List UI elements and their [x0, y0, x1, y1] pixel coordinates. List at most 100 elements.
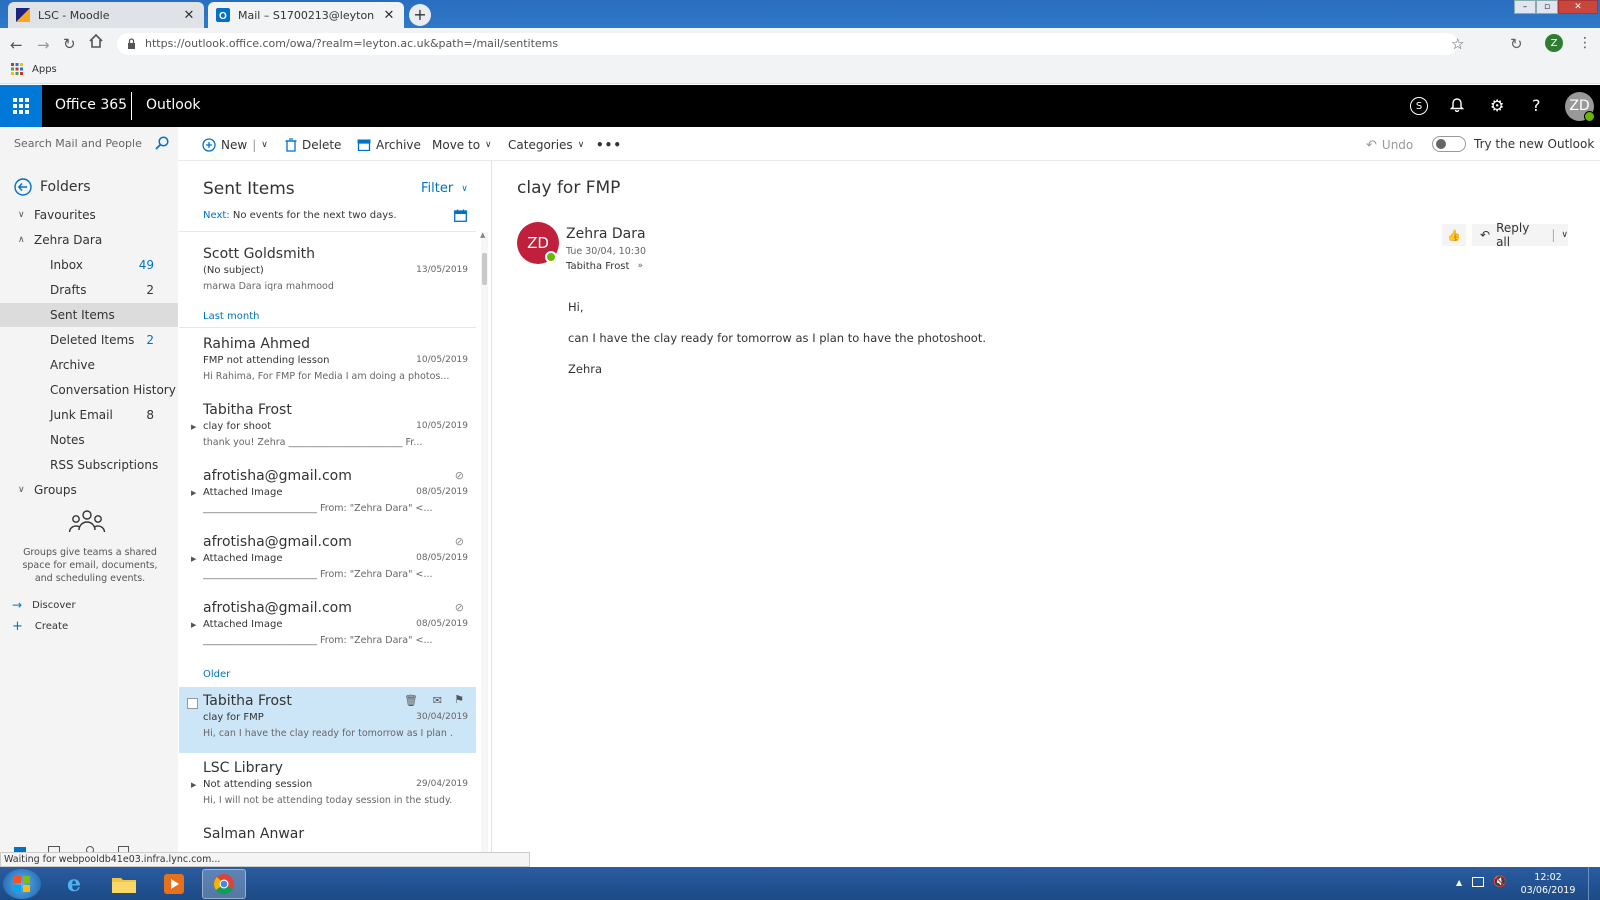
message-item[interactable]: ▶ LSC Library Not attending session 29/0… — [179, 754, 476, 820]
sidebar-item-inbox[interactable]: Inbox 49 — [0, 253, 178, 277]
apps-bookmark[interactable]: Apps — [32, 64, 57, 75]
reading-scrollbar[interactable] — [1590, 161, 1600, 861]
close-icon[interactable]: ✕ — [382, 8, 396, 23]
message-list-scrollbar[interactable] — [481, 232, 488, 852]
message-subject: clay for shoot — [203, 421, 272, 432]
system-clock[interactable]: 12:02 03/06/2019 — [1516, 871, 1580, 897]
message-item[interactable]: ▶ afrotisha@gmail.com ⊘ Attached Image 0… — [179, 528, 476, 594]
browser-tab-mail[interactable]: O Mail – S1700213@leyton.ac.uk ✕ — [208, 2, 404, 28]
star-icon[interactable]: ☆ — [1451, 35, 1464, 53]
scrollbar-thumb[interactable] — [482, 253, 487, 285]
reply-all-button[interactable]: ↶ Reply all | ∨ — [1472, 221, 1568, 249]
expand-recipients-icon: » — [637, 261, 643, 271]
reload-icon[interactable]: ↻ — [63, 35, 76, 53]
app-launcher-waffle-icon[interactable] — [0, 85, 42, 127]
taskbar-ie[interactable]: e — [52, 869, 96, 899]
sidebar-item-junk-email[interactable]: Junk Email 8 — [0, 403, 178, 427]
expand-conversation-icon[interactable]: ▶ — [191, 781, 196, 789]
flag-icon[interactable]: ⚑ — [454, 693, 464, 706]
presence-available-icon — [545, 251, 557, 263]
delete-button[interactable]: Delete — [285, 135, 341, 155]
expand-conversation-icon[interactable]: ▶ — [191, 489, 196, 497]
taskbar-chrome[interactable] — [202, 869, 246, 899]
taskbar-explorer[interactable] — [102, 869, 146, 899]
chevron-down-icon[interactable]: ∨ — [261, 140, 268, 150]
profile-avatar[interactable]: Z — [1545, 34, 1563, 52]
sidebar-item-conversation-history[interactable]: Conversation History — [0, 378, 178, 402]
minimize-button[interactable]: – — [1514, 0, 1536, 14]
discover-groups-link[interactable]: → Discover — [12, 598, 76, 612]
more-commands-button[interactable]: ••• — [596, 135, 622, 155]
expand-conversation-icon[interactable]: ▶ — [191, 423, 196, 431]
message-subject: (No subject) — [203, 265, 264, 276]
filter-button[interactable]: Filter ∨ — [421, 181, 468, 196]
show-desktop-button[interactable] — [1588, 867, 1600, 900]
undo-button[interactable]: ↶ Undo — [1366, 135, 1413, 155]
forward-icon[interactable]: → — [37, 36, 50, 54]
like-button[interactable]: 👍 — [1442, 224, 1466, 246]
message-sender: Tabitha Frost — [203, 693, 292, 709]
sender-name[interactable]: Zehra Dara — [566, 226, 646, 242]
sidebar-item-rss-subscriptions[interactable]: RSS Subscriptions — [0, 453, 178, 477]
message-item[interactable]: Rahima Ahmed FMP not attending lesson 10… — [179, 330, 476, 396]
svg-text:O: O — [219, 11, 227, 22]
volume-muted-icon[interactable]: 🔇 — [1493, 875, 1507, 888]
network-icon[interactable] — [1472, 877, 1484, 887]
scroll-up-icon[interactable]: ▲ — [480, 231, 485, 239]
help-icon[interactable]: ? — [1532, 96, 1541, 115]
calendar-icon[interactable] — [454, 209, 467, 222]
expand-conversation-icon[interactable]: ▶ — [191, 621, 196, 629]
sidebar-item-drafts[interactable]: Drafts 2 — [0, 278, 178, 302]
message-item[interactable]: Scott Goldsmith (No subject) 13/05/2019 … — [179, 240, 476, 306]
groups-toggle[interactable]: ∨ Groups — [0, 478, 178, 502]
new-tab-button[interactable]: + — [409, 4, 431, 26]
sidebar-item-notes[interactable]: Notes — [0, 428, 178, 452]
select-checkbox[interactable] — [187, 698, 198, 709]
create-group-link[interactable]: + Create — [12, 619, 68, 634]
start-button[interactable] — [3, 869, 41, 899]
browser-tab-moodle[interactable]: LSC - Moodle ✕ — [8, 2, 204, 28]
mark-read-icon[interactable]: ✉ — [433, 694, 442, 707]
archive-button[interactable]: Archive — [357, 135, 421, 155]
taskbar-media-player[interactable] — [152, 869, 196, 899]
skype-icon[interactable]: S — [1410, 97, 1428, 115]
home-icon[interactable] — [89, 34, 103, 48]
favourites-toggle[interactable]: ∨ Favourites — [0, 203, 178, 227]
message-item[interactable]: ▶ afrotisha@gmail.com ⊘ Attached Image 0… — [179, 594, 476, 660]
window-close-button[interactable]: ✕ — [1558, 0, 1598, 14]
expand-conversation-icon[interactable]: ▶ — [191, 555, 196, 563]
bell-icon[interactable] — [1450, 96, 1464, 112]
new-outlook-toggle[interactable] — [1432, 136, 1466, 152]
outlook-app-title[interactable]: Outlook — [146, 97, 201, 113]
settings-gear-icon[interactable]: ⚙ — [1490, 96, 1504, 115]
search-input[interactable]: Search Mail and People — [14, 137, 142, 150]
message-item[interactable]: Salman Anwar — [179, 820, 476, 852]
message-item[interactable]: ▶ afrotisha@gmail.com ⊘ Attached Image 0… — [179, 462, 476, 528]
categories-button[interactable]: Categories ∨ — [508, 135, 584, 155]
sidebar-item-sent-items[interactable]: Sent Items — [0, 303, 178, 327]
message-preview: ________________________ From: "Zehra Da… — [203, 503, 433, 514]
search-icon[interactable] — [155, 136, 169, 150]
account-toggle[interactable]: ∧ Zehra Dara — [0, 228, 178, 252]
message-item-selected[interactable]: Tabitha Frost 🗑 ✉ ⚑ clay for FMP 30/04/2… — [179, 687, 476, 753]
chevron-down-icon[interactable]: ∨ — [1561, 230, 1568, 240]
menu-kebab-icon[interactable]: ⋮ — [1578, 35, 1592, 51]
message-date: 08/05/2019 — [416, 553, 468, 563]
message-item[interactable]: ▶ Tabitha Frost clay for shoot 10/05/201… — [179, 396, 476, 462]
extension-sync-icon[interactable]: ↻ — [1510, 35, 1523, 53]
trash-icon[interactable]: 🗑 — [404, 694, 418, 707]
sidebar-item-deleted-items[interactable]: Deleted Items 2 — [0, 328, 178, 352]
recipients-line[interactable]: Tabitha Frost » — [566, 261, 643, 272]
office365-brand[interactable]: Office 365 — [55, 97, 127, 113]
show-hidden-icons[interactable]: ▲ — [1456, 878, 1462, 887]
sidebar-item-archive[interactable]: Archive — [0, 353, 178, 377]
module-switcher-icons[interactable] — [12, 845, 142, 852]
maximize-button[interactable]: ▫ — [1536, 0, 1558, 14]
apps-grid-icon[interactable] — [11, 63, 23, 75]
account-label: Zehra Dara — [34, 233, 103, 247]
move-to-button[interactable]: Move to ∨ — [432, 135, 492, 155]
close-icon[interactable]: ✕ — [182, 8, 196, 23]
back-icon[interactable]: ← — [10, 36, 23, 54]
new-button[interactable]: New | ∨ — [202, 135, 268, 155]
folders-header[interactable]: Folders — [14, 178, 91, 196]
